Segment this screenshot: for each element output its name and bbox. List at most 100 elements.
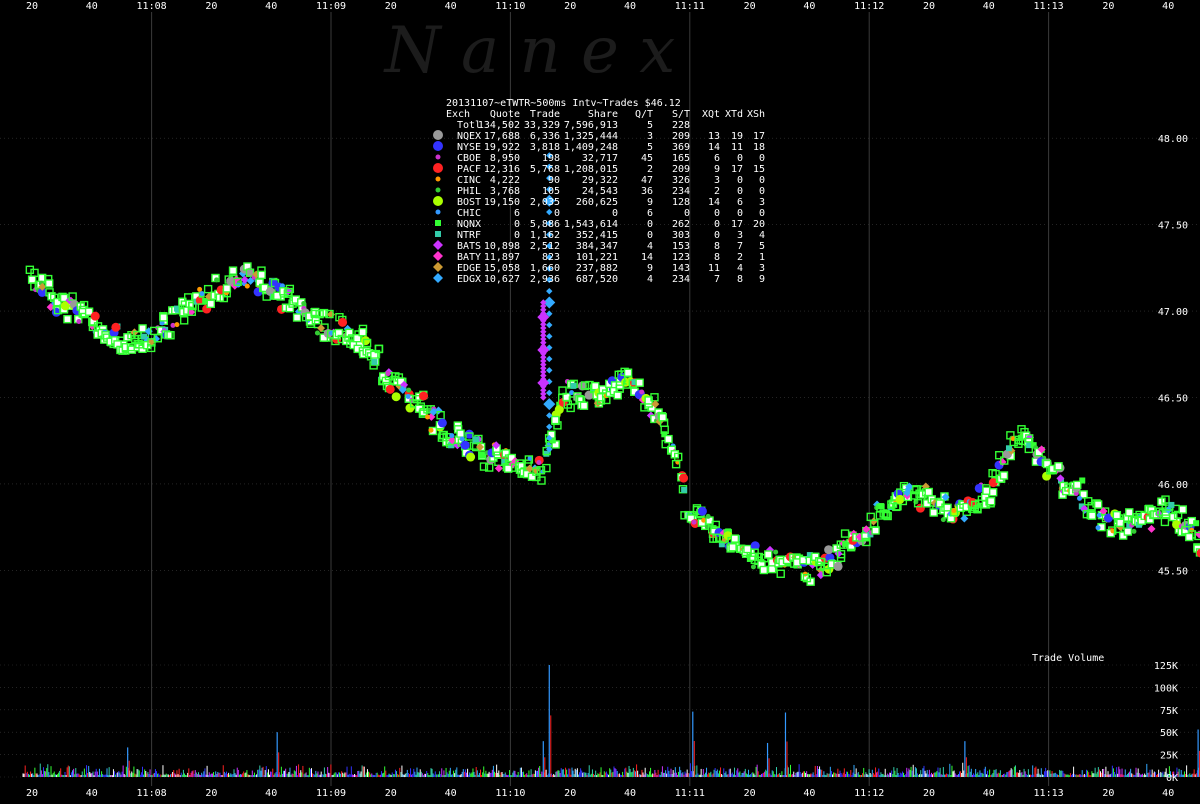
- legend-cell-share: 237,882: [576, 263, 618, 274]
- legend-cell-st: 369: [672, 142, 690, 153]
- legend-swatch-nqex: [433, 130, 443, 140]
- time-tick-label-bottom: 40: [983, 788, 995, 799]
- legend-cell-quote: 12,316: [484, 164, 520, 175]
- legend-cell-xsh: 9: [759, 274, 765, 285]
- legend-cell-xsh: 0: [759, 175, 765, 186]
- legend-cell-trade: 1,162: [530, 230, 560, 241]
- legend-swatch-nyse: [433, 141, 443, 151]
- legend-cell-exch: NYSE: [457, 142, 481, 153]
- price-tick-label: 46.50: [1158, 394, 1188, 405]
- legend-cell-st: 153: [672, 241, 690, 252]
- time-tick-label-top: 20: [205, 1, 217, 12]
- legend-cell-xqt: 14: [708, 142, 720, 153]
- legend-cell-share: 260,625: [576, 197, 618, 208]
- volume-tick-label: 0K: [1166, 773, 1178, 784]
- legend-cell-exch: EDGX: [457, 274, 481, 285]
- time-tick-label-top: 40: [265, 1, 277, 12]
- legend-header: S/T: [672, 109, 690, 120]
- volume-label: Trade Volume: [1032, 653, 1104, 664]
- time-tick-label-top: 20: [564, 1, 576, 12]
- legend-cell-xsh: 1: [759, 252, 765, 263]
- trade-marker-nqnx: [479, 452, 485, 458]
- legend-cell-xsh: 17: [753, 131, 765, 142]
- trade-marker-nqnx: [990, 489, 997, 496]
- trade-marker-phil: [301, 301, 306, 306]
- trade-marker-cboe: [639, 390, 644, 395]
- trade-marker-nqnx: [765, 551, 772, 558]
- legend-cell-share: 1,208,015: [564, 164, 618, 175]
- trade-marker-phil: [315, 330, 320, 335]
- time-tick-label-top: 40: [1162, 1, 1174, 12]
- trade-marker-nqnx: [64, 316, 71, 323]
- legend-swatch-phil: [436, 188, 441, 193]
- legend-header: XQt: [702, 109, 720, 120]
- legend-cell-xtd: 19: [731, 131, 743, 142]
- legend-swatch-cinc: [436, 177, 441, 182]
- legend-cell-xqt: 8: [714, 241, 720, 252]
- legend-cell-trade: 2,936: [530, 274, 560, 285]
- watermark: N a n e x: [383, 14, 676, 88]
- time-tick-label-top: 11:08: [137, 1, 167, 12]
- price-tick-label: 48.00: [1158, 134, 1188, 145]
- time-tick-label-bottom: 11:11: [675, 788, 705, 799]
- price-tick-label: 47.00: [1158, 307, 1188, 318]
- legend-cell-trade: 5,886: [530, 219, 560, 230]
- legend-cell-exch: BATS: [457, 241, 481, 252]
- legend-cell-xqt: 7: [714, 274, 720, 285]
- legend-cell-xsh: 0: [759, 186, 765, 197]
- trade-marker-nqnx: [457, 430, 464, 437]
- legend-cell-trade: 6,336: [530, 131, 560, 142]
- legend-cell-quote: 11,897: [484, 252, 520, 263]
- legend-cell-st: 262: [672, 219, 690, 230]
- trade-marker-bost: [895, 495, 904, 504]
- trade-marker-nqex: [824, 545, 833, 554]
- trade-marker-pacf: [386, 385, 395, 394]
- trade-marker-nqnx: [528, 473, 535, 480]
- trade-marker-nyse: [461, 441, 470, 450]
- legend-cell-exch: EDGE: [457, 263, 481, 274]
- trade-marker-cboe: [385, 371, 390, 376]
- chart-canvas: N a n e x 2020404011:0811:082020404011:0…: [0, 0, 1200, 800]
- legend-cell-trade: 0: [554, 208, 560, 219]
- trade-marker-nqnx: [1179, 506, 1186, 513]
- volume-tick-label: 50K: [1160, 728, 1178, 739]
- trade-marker-nqnx: [1095, 501, 1102, 508]
- trade-marker-nqnx: [1000, 472, 1007, 479]
- legend-cell-qt: 36: [641, 186, 653, 197]
- legend-cell-st: 0: [684, 208, 690, 219]
- legend-cell-qt: 4: [647, 274, 653, 285]
- legend-cell-quote: 19,150: [484, 197, 520, 208]
- legend-cell-trade: 823: [542, 252, 560, 263]
- trade-marker-nqnx: [286, 305, 293, 312]
- legend-swatch-bost: [433, 196, 443, 206]
- legend-cell-share: 352,415: [576, 230, 618, 241]
- legend-cell-xtd: 8: [737, 274, 743, 285]
- trade-marker-nyse: [698, 507, 707, 516]
- time-tick-label-bottom: 20: [1102, 788, 1114, 799]
- legend-cell-trade: 1,660: [530, 263, 560, 274]
- trade-marker-nqnx: [1193, 520, 1199, 526]
- legend-cell-xsh: 3: [759, 263, 765, 274]
- legend-cell-exch: CINC: [457, 175, 481, 186]
- trade-marker-nqnx: [983, 487, 990, 494]
- legend-cell-trade: 90: [548, 175, 560, 186]
- time-tick-label-top: 20: [744, 1, 756, 12]
- legend-cell-xtd: 2: [737, 252, 743, 263]
- legend-cell-st: 326: [672, 175, 690, 186]
- legend-cell-exch: CHIC: [457, 208, 481, 219]
- trade-marker-nqnx: [160, 314, 167, 321]
- time-tick-label-top: 11:11: [675, 1, 705, 12]
- legend-cell-xqt: 8: [714, 252, 720, 263]
- trade-marker-nqnx: [1089, 512, 1096, 519]
- legend-cell-trade: 5,768: [530, 164, 560, 175]
- trade-marker-pacf: [338, 318, 347, 327]
- volume-tick-label: 125K: [1154, 661, 1178, 672]
- time-tick-label-bottom: 40: [86, 788, 98, 799]
- trade-marker-pacf: [419, 391, 428, 400]
- time-tick-label-bottom: 11:09: [316, 788, 346, 799]
- trade-marker-chic: [406, 394, 411, 399]
- time-tick-label-top: 20: [923, 1, 935, 12]
- legend-swatch-chic: [436, 210, 441, 215]
- legend-cell-st: 123: [672, 252, 690, 263]
- legend-cell-share: 384,347: [576, 241, 618, 252]
